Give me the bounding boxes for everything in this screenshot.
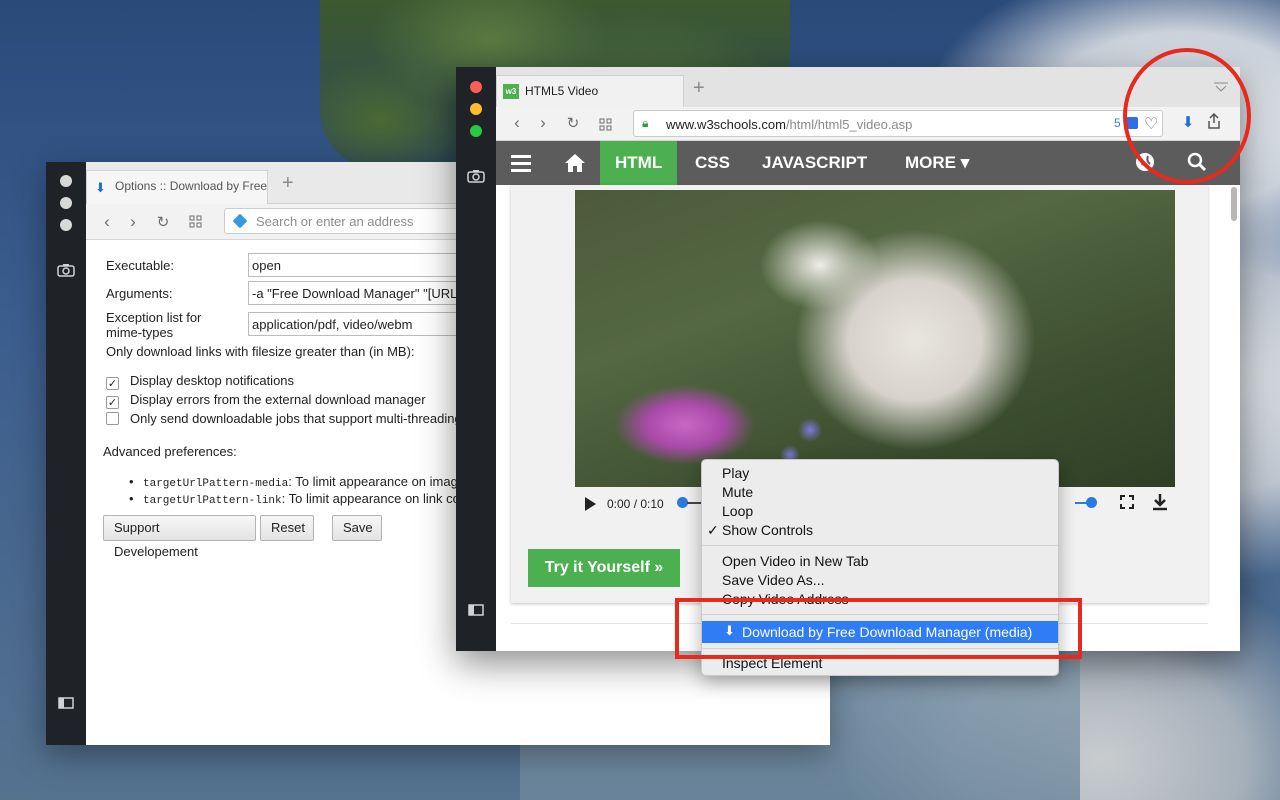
checkbox-multithreading-row[interactable]: Only send downloadable jobs that support… [106,411,462,426]
bullet: • [129,474,134,489]
reload-icon[interactable]: ↻ [564,114,582,132]
nav-css[interactable]: CSS [695,141,730,185]
lock-icon: 🔒︎ [642,116,649,130]
pref-text: : To limit appearance on image, v [288,474,479,489]
menu-item-save-video-as[interactable]: Save Video As... [722,572,824,588]
video-download-icon[interactable] [1152,493,1168,516]
arguments-label: Arguments: [106,286,173,301]
extension-badge: 5 [1114,116,1121,130]
menu-icon[interactable] [511,155,531,176]
menu-item-mute[interactable]: Mute [722,484,753,500]
window-zoom-button[interactable] [470,125,482,137]
w3schools-nav: HTML CSS JAVASCRIPT MORE ▾ [496,141,1240,185]
checkbox-notifications[interactable]: ✓ [106,377,119,390]
tab-title: Options :: Download by Free [115,179,268,193]
menu-item-loop[interactable]: Loop [722,503,753,519]
reload-icon[interactable]: ↻ [154,213,172,231]
address-bar[interactable]: 🔒︎ www.w3schools.com/html/html5_video.as… [633,110,1163,137]
grid-icon[interactable] [596,116,614,136]
menu-item-open-video-new-tab[interactable]: Open Video in New Tab [722,553,869,569]
window-minimize-button[interactable] [60,197,72,209]
tab-title: HTML5 Video [525,84,599,98]
menu-item-show-controls[interactable]: Show Controls [722,522,813,538]
checkbox-label: Display desktop notifications [130,373,295,388]
volume-handle[interactable] [1086,497,1097,508]
forward-icon[interactable]: › [534,113,552,133]
browser-sidebar [456,67,496,651]
pref-item-link: • targetUrlPattern-link: To limit appeara… [129,491,478,507]
advanced-title: Advanced preferences: [103,444,237,459]
reset-button[interactable]: Reset [260,515,314,541]
options-sidebar [46,162,86,745]
camera-icon[interactable] [466,169,486,187]
menu-item-play[interactable]: Play [722,465,749,481]
camera-icon[interactable] [56,263,76,281]
panel-toggle-icon[interactable] [466,602,486,620]
window-minimize-button[interactable] [470,103,482,115]
download-icon: ⬇ [95,180,106,195]
scrollbar[interactable] [1231,187,1237,221]
tab-html5-video[interactable]: w3 HTML5 Video [496,75,684,107]
tab-options[interactable]: ⬇ Options :: Download by Free [86,170,268,204]
pref-code: targetUrlPattern-link [143,495,282,507]
grid-icon[interactable] [186,213,204,233]
menu-separator [702,545,1058,546]
video-frame[interactable] [575,190,1175,487]
fullscreen-icon[interactable] [1120,495,1134,512]
annotation-circle [1123,48,1251,184]
new-tab-button[interactable]: + [693,77,705,100]
address-placeholder: Search or enter an address [256,214,414,229]
filesize-label: Only download links with filesize greate… [106,344,415,359]
back-icon[interactable]: ‹ [98,212,116,232]
window-close-button[interactable] [60,175,72,187]
save-button[interactable]: Save [332,515,382,541]
executable-label: Executable: [106,258,174,273]
nav-javascript[interactable]: JAVASCRIPT [762,141,867,185]
url-text: www.w3schools.com/html/html5_video.asp [666,117,912,132]
annotation-rectangle [675,598,1082,659]
window-close-button[interactable] [470,81,482,93]
new-tab-button[interactable]: + [282,172,294,195]
exception-label-line1: Exception list for [106,310,202,325]
checkbox-label: Display errors from the external downloa… [130,392,426,407]
home-icon[interactable] [564,153,586,178]
url-path: /html/html5_video.asp [785,117,913,132]
checkmark-icon: ✓ [707,522,719,538]
window-zoom-button[interactable] [60,219,72,231]
pref-text: : To limit appearance on link conte [281,491,478,506]
bullet: • [129,491,134,506]
checkbox-multithreading[interactable] [106,412,119,425]
checkbox-notifications-row[interactable]: ✓ Display desktop notifications [106,373,294,390]
checkbox-label: Only send downloadable jobs that support… [130,411,462,426]
exception-label-line2: mime-types [106,325,174,340]
video-time: 0:00 / 0:10 [607,497,664,511]
nav-html[interactable]: HTML [600,141,678,185]
back-icon[interactable]: ‹ [508,113,526,133]
checkbox-errors[interactable]: ✓ [106,396,119,409]
support-button[interactable]: Support Developement [103,515,256,559]
checkbox-errors-row[interactable]: ✓ Display errors from the external downlo… [106,392,426,409]
panel-toggle-icon[interactable] [56,695,76,713]
try-it-yourself-button[interactable]: Try it Yourself » [528,549,680,587]
search-engine-icon [232,213,248,229]
forward-icon[interactable]: › [124,212,142,232]
pref-item-media: • targetUrlPattern-media: To limit appear… [129,474,479,490]
play-icon[interactable] [585,497,596,511]
w3schools-favicon: w3 [503,84,519,99]
pref-code: targetUrlPattern-media [143,478,289,490]
nav-more[interactable]: MORE ▾ [905,141,969,185]
url-host: www.w3schools.com [666,117,786,132]
